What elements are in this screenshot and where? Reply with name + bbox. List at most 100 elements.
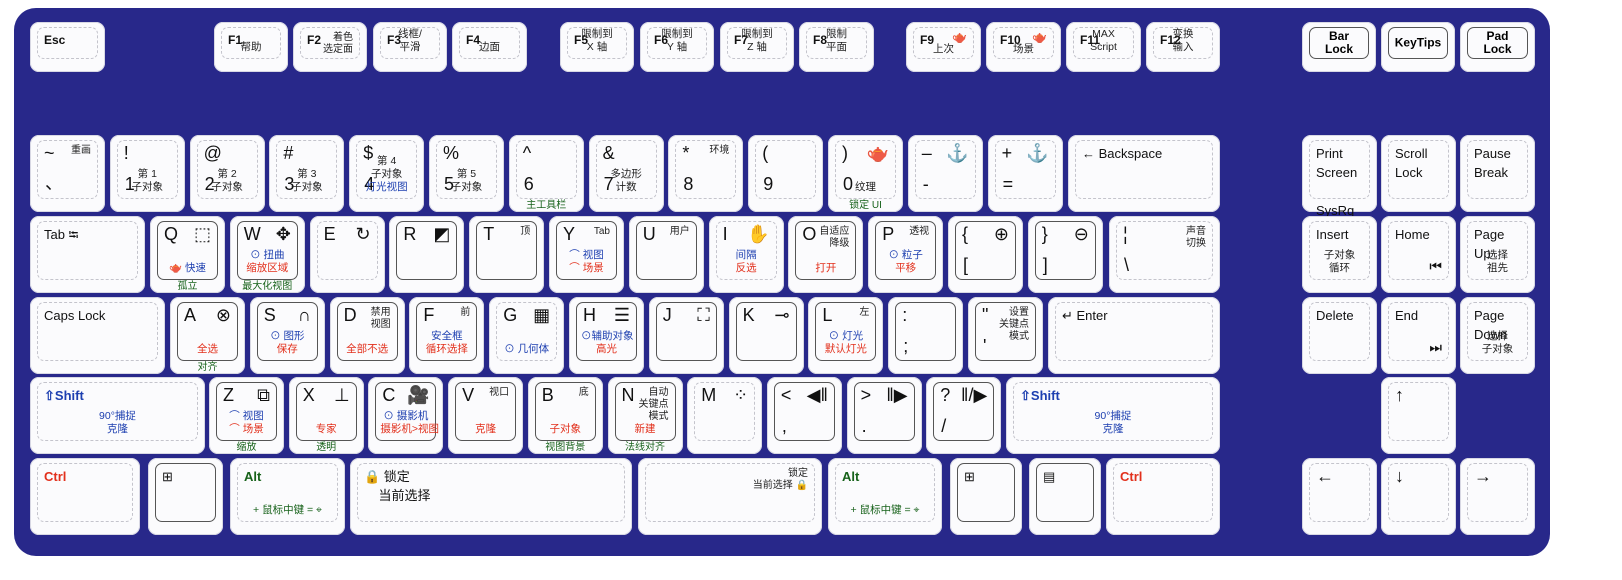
- key-ctrl[interactable]: Ctrl: [30, 458, 140, 535]
- key-backspace[interactable]: ← Backspace: [1068, 135, 1220, 212]
- key-r4k10[interactable]: ? / ‖/▶: [926, 377, 1002, 454]
- key-print[interactable]: Print Screen SysRq: [1302, 135, 1377, 218]
- key-x[interactable]: X ⊥ 专家 透明: [288, 377, 364, 454]
- key-r1k10[interactable]: ) 0 🫖 纹理 锁定 UI: [828, 135, 903, 212]
- key-pause[interactable]: Pause Break: [1460, 135, 1535, 212]
- key-r1k7[interactable]: & 7 多边形 计数: [588, 135, 664, 212]
- key-page[interactable]: Page Up 选择 祖先: [1460, 216, 1535, 293]
- key-u[interactable]: U 用户: [628, 216, 704, 293]
- key-i[interactable]: I ✋ 间隔 反选: [708, 216, 784, 293]
- key-m[interactable]: M ⁘: [687, 377, 763, 454]
- key-r5k10[interactable]: ↓: [1381, 458, 1456, 535]
- rotate-icon: ↻: [355, 224, 371, 244]
- shortcut-note: 计数: [615, 181, 637, 193]
- key-d[interactable]: D 禁用 视图 全部不选: [329, 297, 405, 374]
- key-scroll[interactable]: Scroll Lock: [1381, 135, 1456, 212]
- key-q[interactable]: Q ⬚ 🫖 快速 孤立: [150, 216, 225, 293]
- key-r4k12[interactable]: ↑: [1381, 377, 1456, 454]
- key-r2k13[interactable]: ¦ 声音 切换 \: [1109, 216, 1220, 293]
- key-r5k1[interactable]: ⊞: [148, 458, 223, 535]
- key-r2k12[interactable]: }] ⊖: [1027, 216, 1103, 293]
- key-g[interactable]: G ▦ ⊙ 几何体: [489, 297, 565, 374]
- key-shift[interactable]: ⇧Shift 90°捕捉 克隆: [1006, 377, 1220, 454]
- key-r3k11[interactable]: " 设置 关键点 模式 ': [968, 297, 1043, 374]
- key-r5k9[interactable]: ←: [1302, 458, 1377, 535]
- key-r1k11[interactable]: – - ⚓: [907, 135, 983, 212]
- key-f2[interactable]: F2 着色 选定面: [293, 22, 367, 72]
- key-r1k8[interactable]: * 环境 8: [668, 135, 744, 212]
- key-f8[interactable]: F8 限制 平面: [799, 22, 874, 72]
- key-f4[interactable]: F4 边面: [452, 22, 527, 72]
- key-delete[interactable]: Delete: [1302, 297, 1377, 374]
- key-shift[interactable]: ⇧Shift 90°捕捉 克隆: [30, 377, 205, 454]
- key-f6[interactable]: F6 限制到 Y 轴: [640, 22, 714, 72]
- key-r1k12[interactable]: + = ⚓: [987, 135, 1063, 212]
- key-esc[interactable]: Esc: [30, 22, 105, 72]
- key-home[interactable]: Home ⏮: [1381, 216, 1456, 293]
- key-tab[interactable]: Tab ⭾: [30, 216, 145, 293]
- shortcut-note: Y 轴: [666, 41, 688, 53]
- key-r5k4[interactable]: 锁定 当前选择 🔒: [638, 458, 822, 535]
- key-l[interactable]: L 左 ⊙ 灯光 默认灯光: [808, 297, 884, 374]
- key-r1k5[interactable]: % 5 第 5 子对象: [429, 135, 504, 212]
- key-r5k6[interactable]: ⊞: [950, 458, 1022, 535]
- key-r1k3[interactable]: #3 第 3 子对象: [269, 135, 345, 212]
- key-f9[interactable]: F9 🫖 上次: [906, 22, 981, 72]
- key-r4k8[interactable]: <, ◀‖: [766, 377, 842, 454]
- key-h[interactable]: H ☰ ⊙辅助对象 高光: [569, 297, 644, 374]
- key-f3[interactable]: F3 线框/平滑: [373, 22, 447, 72]
- key-r1k0[interactable]: ~ 重画、: [30, 135, 105, 212]
- key-v[interactable]: V 视口 克隆: [448, 377, 524, 454]
- key-f5[interactable]: F5 限制到 X 轴: [560, 22, 634, 72]
- keycap: Scroll Lock: [1388, 140, 1449, 199]
- key-a[interactable]: A ⊗ 全选 对齐: [170, 297, 245, 374]
- key-r1k9[interactable]: (9: [748, 135, 824, 212]
- key-page[interactable]: Page Down 选择 子对象: [1460, 297, 1535, 374]
- key-r5k3[interactable]: 🔒 锁定 当前选择: [350, 458, 632, 535]
- key-insert[interactable]: Insert 子对象 循环: [1302, 216, 1377, 293]
- key-z[interactable]: Z ⧉ ⌒ 视图 ⌒ 场景 缩放: [209, 377, 284, 454]
- key-r[interactable]: R ◩: [389, 216, 465, 293]
- key-s[interactable]: S ∩ ⊙ 图形 保存: [249, 297, 325, 374]
- key-capslock[interactable]: Caps Lock: [30, 297, 165, 374]
- key-pad[interactable]: Pad Lock: [1460, 22, 1535, 72]
- keycap: V 视口 克隆: [455, 382, 517, 441]
- key-e[interactable]: E ↻: [309, 216, 385, 293]
- key-alt[interactable]: Alt + 鼠标中键 = ⌖: [828, 458, 942, 535]
- key-r1k1[interactable]: ! 1 第 1 子对象: [109, 135, 185, 212]
- key-r4k9[interactable]: >. ‖▶: [846, 377, 922, 454]
- key-r1k2[interactable]: @2 第 2 子对象: [189, 135, 265, 212]
- key-r2k11[interactable]: {[⊕: [948, 216, 1023, 293]
- key-shortcut-notes: ⊙ 几何体: [501, 343, 552, 356]
- key-primary-label: I: [722, 224, 728, 244]
- key-o[interactable]: O 自适应 降级 打开: [788, 216, 864, 293]
- key-c[interactable]: C 🎥 ⊙ 摄影机 摄影机>视图: [368, 377, 444, 454]
- key-p[interactable]: P 透视 ⊙ 粒子 平移: [868, 216, 944, 293]
- key-k[interactable]: K ⊸: [728, 297, 804, 374]
- key-f10[interactable]: F10 🫖 场景: [986, 22, 1061, 72]
- key-r1k4[interactable]: $4 第 4 子对象 灯光视图: [349, 135, 425, 212]
- key-ctrl[interactable]: Ctrl: [1106, 458, 1220, 535]
- key-f7[interactable]: F7 限制到 Z 轴: [720, 22, 794, 72]
- key-f1[interactable]: F1 帮助: [214, 22, 288, 72]
- key-r5k7[interactable]: ▤: [1029, 458, 1101, 535]
- key-w[interactable]: W ✥ ⊙ 扭曲 缩放区域 最大化视图: [229, 216, 305, 293]
- key-r5k11[interactable]: →: [1460, 458, 1535, 535]
- key-f12[interactable]: F12 变换 输入: [1146, 22, 1220, 72]
- key-y[interactable]: Y Tab ⌒ 视图 ⌒ 场景: [549, 216, 624, 293]
- key-f[interactable]: F 前安全框 循环选择: [409, 297, 485, 374]
- key-end[interactable]: End ⏭: [1381, 297, 1456, 374]
- shortcut-note: ⌒ 视图: [569, 249, 604, 261]
- key-r3k10[interactable]: :;: [888, 297, 964, 374]
- key-t[interactable]: T顶: [469, 216, 545, 293]
- key-j[interactable]: J ⛶: [648, 297, 724, 374]
- key-keytips[interactable]: KeyTips: [1381, 22, 1455, 72]
- key-f11[interactable]: F11 MAX Script: [1066, 22, 1141, 72]
- key-bar[interactable]: Bar Lock: [1302, 22, 1376, 72]
- key-b[interactable]: B 底子对象 视图背景: [527, 377, 603, 454]
- key-enter[interactable]: ↵ Enter: [1048, 297, 1220, 374]
- key-alt[interactable]: Alt + 鼠标中键 = ⌖: [230, 458, 345, 535]
- key-n[interactable]: N 自动 关键点 模式 新建 法线对齐: [607, 377, 683, 454]
- key-r1k6[interactable]: ^ 6 主工具栏: [508, 135, 584, 212]
- keycap: #3 第 3 子对象: [276, 140, 338, 199]
